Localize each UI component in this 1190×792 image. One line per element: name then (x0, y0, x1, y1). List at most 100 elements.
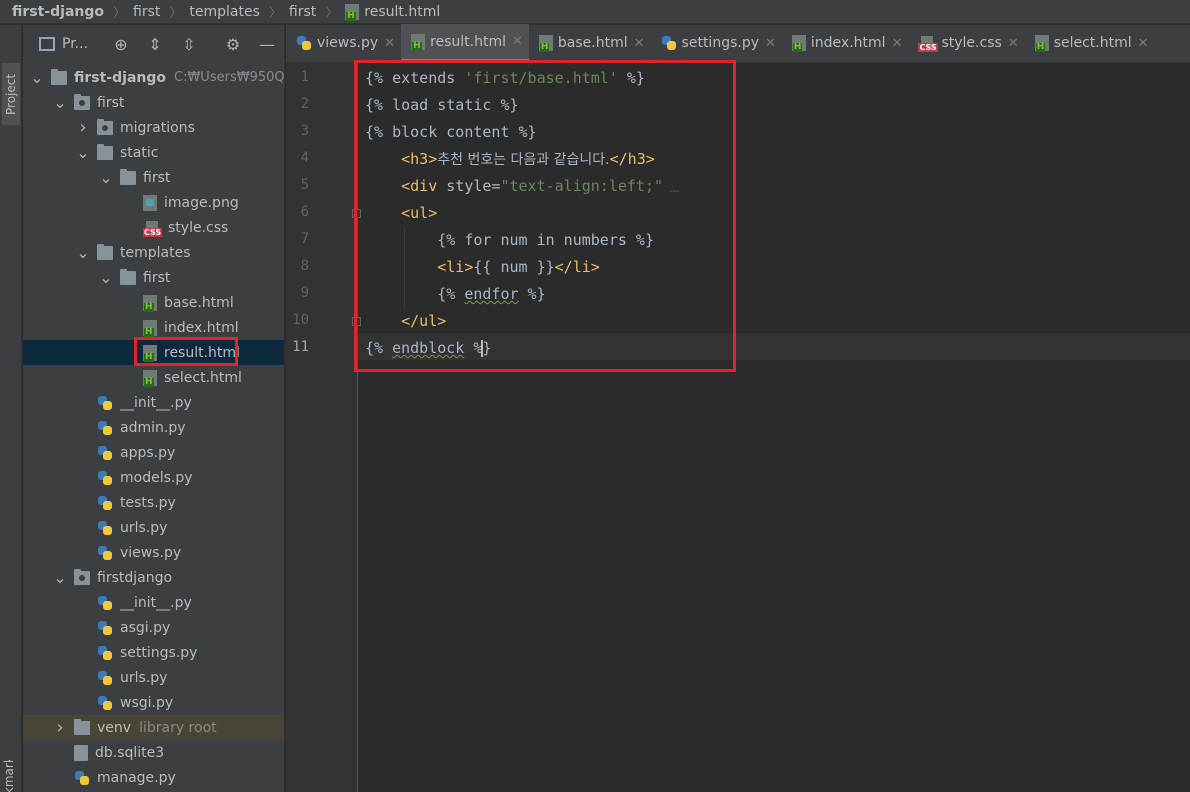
tree-item[interactable]: apps.py (23, 440, 284, 465)
project-view-icon[interactable] (39, 37, 55, 51)
chevron-down-icon[interactable]: ⌄ (99, 269, 112, 285)
tree-item[interactable]: ⌄ templates (23, 240, 284, 265)
tree-item[interactable]: index.html (23, 315, 284, 340)
tree-item[interactable]: › venv library root (23, 715, 284, 740)
breadcrumb-item[interactable]: result.html (345, 3, 440, 21)
tree-item-label: style.css (168, 219, 229, 236)
breadcrumb-item[interactable]: first (133, 4, 160, 20)
line-number: 7 (300, 231, 309, 247)
close-icon[interactable]: ✕ (892, 36, 903, 51)
chevron-down-icon[interactable]: ⌄ (76, 244, 89, 260)
code-token: <li> (437, 258, 474, 276)
chevron-down-icon[interactable]: ⌄ (76, 144, 89, 160)
code-line[interactable]: {% for num in numbers %} (365, 227, 654, 254)
tree-item[interactable]: manage.py (23, 765, 284, 790)
tree-item[interactable]: style.css (23, 215, 284, 240)
chevron-down-icon[interactable]: ⌄ (99, 169, 112, 185)
tree-item[interactable]: urls.py (23, 515, 284, 540)
tree-item-label: manage.py (97, 769, 176, 786)
tree-item[interactable]: › migrations (23, 115, 284, 140)
html-file-icon (345, 3, 360, 21)
editor-tab[interactable]: result.html ✕ (401, 24, 529, 62)
code-line[interactable]: {% endblock %} (365, 335, 491, 362)
tree-item[interactable]: __init__.py (23, 390, 284, 415)
breadcrumb-separator-icon: 〉 (113, 6, 127, 21)
editor-area: views.py✕result.html✕base.html✕settings.… (286, 24, 1190, 792)
chevron-down-icon[interactable]: ⌄ (53, 94, 66, 110)
close-icon[interactable]: ✕ (634, 36, 645, 51)
code-token: "text-align:left;" (500, 177, 664, 195)
code-area[interactable]: {% extends 'first/base.html' %} {% load s… (358, 63, 1190, 792)
hide-panel-icon[interactable]: — (257, 34, 277, 54)
editor-tab[interactable]: select.html ✕ (1025, 24, 1155, 62)
breadcrumb-item[interactable]: templates (189, 4, 260, 20)
locate-file-icon[interactable]: ⊕ (111, 34, 131, 54)
tree-item[interactable]: ⌄ first (23, 165, 284, 190)
tree-item[interactable]: select.html (23, 365, 284, 390)
close-icon[interactable]: ✕ (1008, 36, 1019, 51)
close-icon[interactable]: ✕ (384, 36, 395, 51)
tree-item[interactable]: result.html (23, 340, 284, 365)
code-line[interactable]: <div style="text-align:left;" ﹏ (365, 173, 679, 200)
code-token: %} (518, 285, 546, 303)
tree-item-label: first (97, 94, 125, 111)
tree-item[interactable]: views.py (23, 540, 284, 565)
line-number: 4 (300, 150, 309, 166)
code-line[interactable]: <h3>추천 번호는 다음과 같습니다.</h3> (365, 146, 655, 173)
tree-item[interactable]: ⌄ first (23, 265, 284, 290)
code-line[interactable]: </ul> (365, 308, 446, 335)
tree-item[interactable]: ⌄ static (23, 140, 284, 165)
code-line[interactable]: <ul> (365, 200, 437, 227)
tree-item[interactable]: __init__.py (23, 590, 284, 615)
tree-item[interactable]: ⌄ firstdjango (23, 565, 284, 590)
tree-item-label: wsgi.py (120, 694, 174, 711)
bookmarks-tool-button[interactable]: Bookmarks (2, 760, 16, 792)
chevron-down-icon[interactable]: ⌄ (53, 569, 66, 585)
collapse-all-icon[interactable]: ⇳ (179, 34, 199, 54)
tree-item[interactable]: db.sqlite3 (23, 740, 284, 765)
tree-item[interactable]: wsgi.py (23, 690, 284, 715)
code-line[interactable]: {% load static %} (365, 92, 519, 119)
folder-icon (120, 168, 136, 185)
tree-item[interactable]: ⌄ first-django C:₩Users₩950QDA (23, 65, 284, 90)
tree-item[interactable]: tests.py (23, 490, 284, 515)
tree-item[interactable]: asgi.py (23, 615, 284, 640)
python-file-icon (97, 520, 113, 536)
tree-item-label: static (120, 144, 159, 161)
editor-tab[interactable]: views.py ✕ (286, 24, 401, 62)
code-line[interactable]: {% block content %} (365, 119, 537, 146)
tree-item[interactable]: admin.py (23, 415, 284, 440)
tree-item[interactable]: models.py (23, 465, 284, 490)
editor-tab[interactable]: style.css ✕ (908, 24, 1024, 62)
editor-tab-label: select.html (1053, 35, 1132, 51)
code-line[interactable]: <li>{{ num }}</li> (365, 254, 600, 281)
breadcrumb-item[interactable]: first (289, 4, 316, 20)
project-panel: Pr... ⊕ ⇕ ⇳ ⚙ — ⌄ first-django C:₩Users₩95… (23, 25, 285, 792)
close-icon[interactable]: ✕ (765, 36, 776, 51)
code-token: {% for num in numbers %} (365, 231, 654, 249)
expand-all-icon[interactable]: ⇕ (145, 34, 165, 54)
breadcrumb-item[interactable]: first-django (12, 4, 104, 20)
tree-item[interactable]: settings.py (23, 640, 284, 665)
chevron-right-icon[interactable]: › (77, 118, 89, 136)
close-icon[interactable]: ✕ (512, 34, 523, 49)
editor-tab[interactable]: settings.py ✕ (651, 24, 782, 62)
code-line[interactable]: {% extends 'first/base.html' %} (365, 65, 645, 92)
html-file-icon (791, 35, 806, 52)
tree-item[interactable]: ⌄ first (23, 90, 284, 115)
close-icon[interactable]: ✕ (1138, 36, 1149, 51)
project-tool-button[interactable]: Project (2, 63, 20, 125)
editor-tab[interactable]: index.html ✕ (782, 24, 909, 62)
tree-item[interactable]: base.html (23, 290, 284, 315)
project-panel-title[interactable]: Pr... (62, 36, 88, 52)
code-line[interactable]: {% endfor %} (365, 281, 546, 308)
chevron-down-icon[interactable]: ⌄ (30, 69, 43, 85)
editor-tab[interactable]: base.html ✕ (529, 24, 651, 62)
chevron-right-icon[interactable]: › (54, 718, 66, 736)
tree-item[interactable]: image.png (23, 190, 284, 215)
tree-item[interactable]: urls.py (23, 665, 284, 690)
database-file-icon (74, 744, 88, 761)
gear-icon[interactable]: ⚙ (223, 34, 243, 54)
tree-item-label: venv (97, 719, 132, 736)
folder-icon (97, 143, 113, 160)
